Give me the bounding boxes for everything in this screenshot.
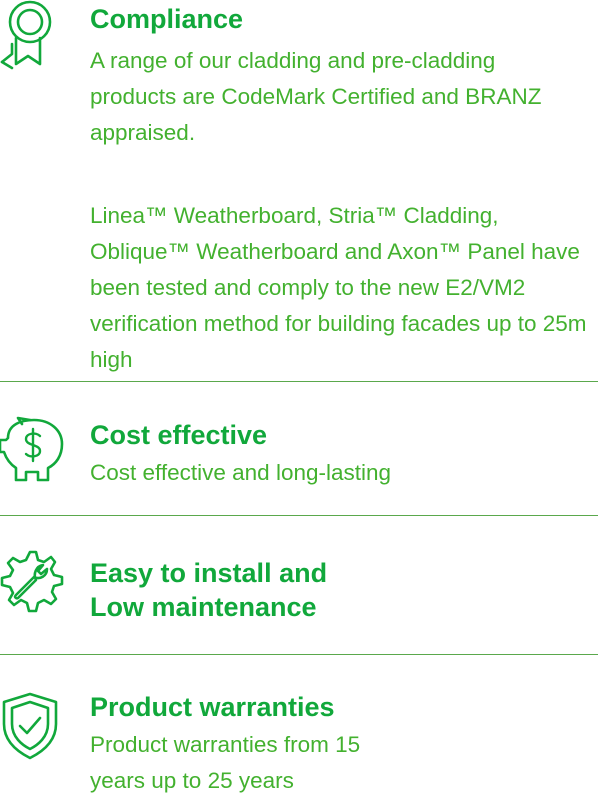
section-divider	[0, 515, 598, 516]
section-divider	[0, 654, 598, 655]
compliance-paragraph-1: A range of our cladding and pre-cladding…	[90, 48, 542, 145]
cost-effective-paragraph: Cost effective and long-lasting	[90, 460, 392, 485]
easy-install-title-line-1: Easy to install and	[90, 558, 328, 588]
easy-install-title: Easy to install and Low maintenance	[90, 556, 327, 624]
product-warranties-paragraph: Product warranties from 15 years up to 2…	[90, 732, 361, 793]
compliance-title: Compliance	[90, 4, 244, 34]
cost-effective-title: Cost effective	[90, 420, 268, 450]
award-ribbon-icon	[0, 0, 62, 74]
piggy-bank-dollar-icon	[0, 416, 64, 488]
easy-install-title-line-2: Low maintenance	[90, 592, 317, 622]
product-warranties-title: Product warranties	[90, 692, 335, 722]
shield-check-icon	[0, 690, 62, 762]
section-divider	[0, 381, 598, 382]
wrench-gear-icon	[0, 548, 64, 620]
compliance-paragraph-2: Linea™ Weatherboard, Stria™ Cladding, Ob…	[90, 203, 587, 372]
